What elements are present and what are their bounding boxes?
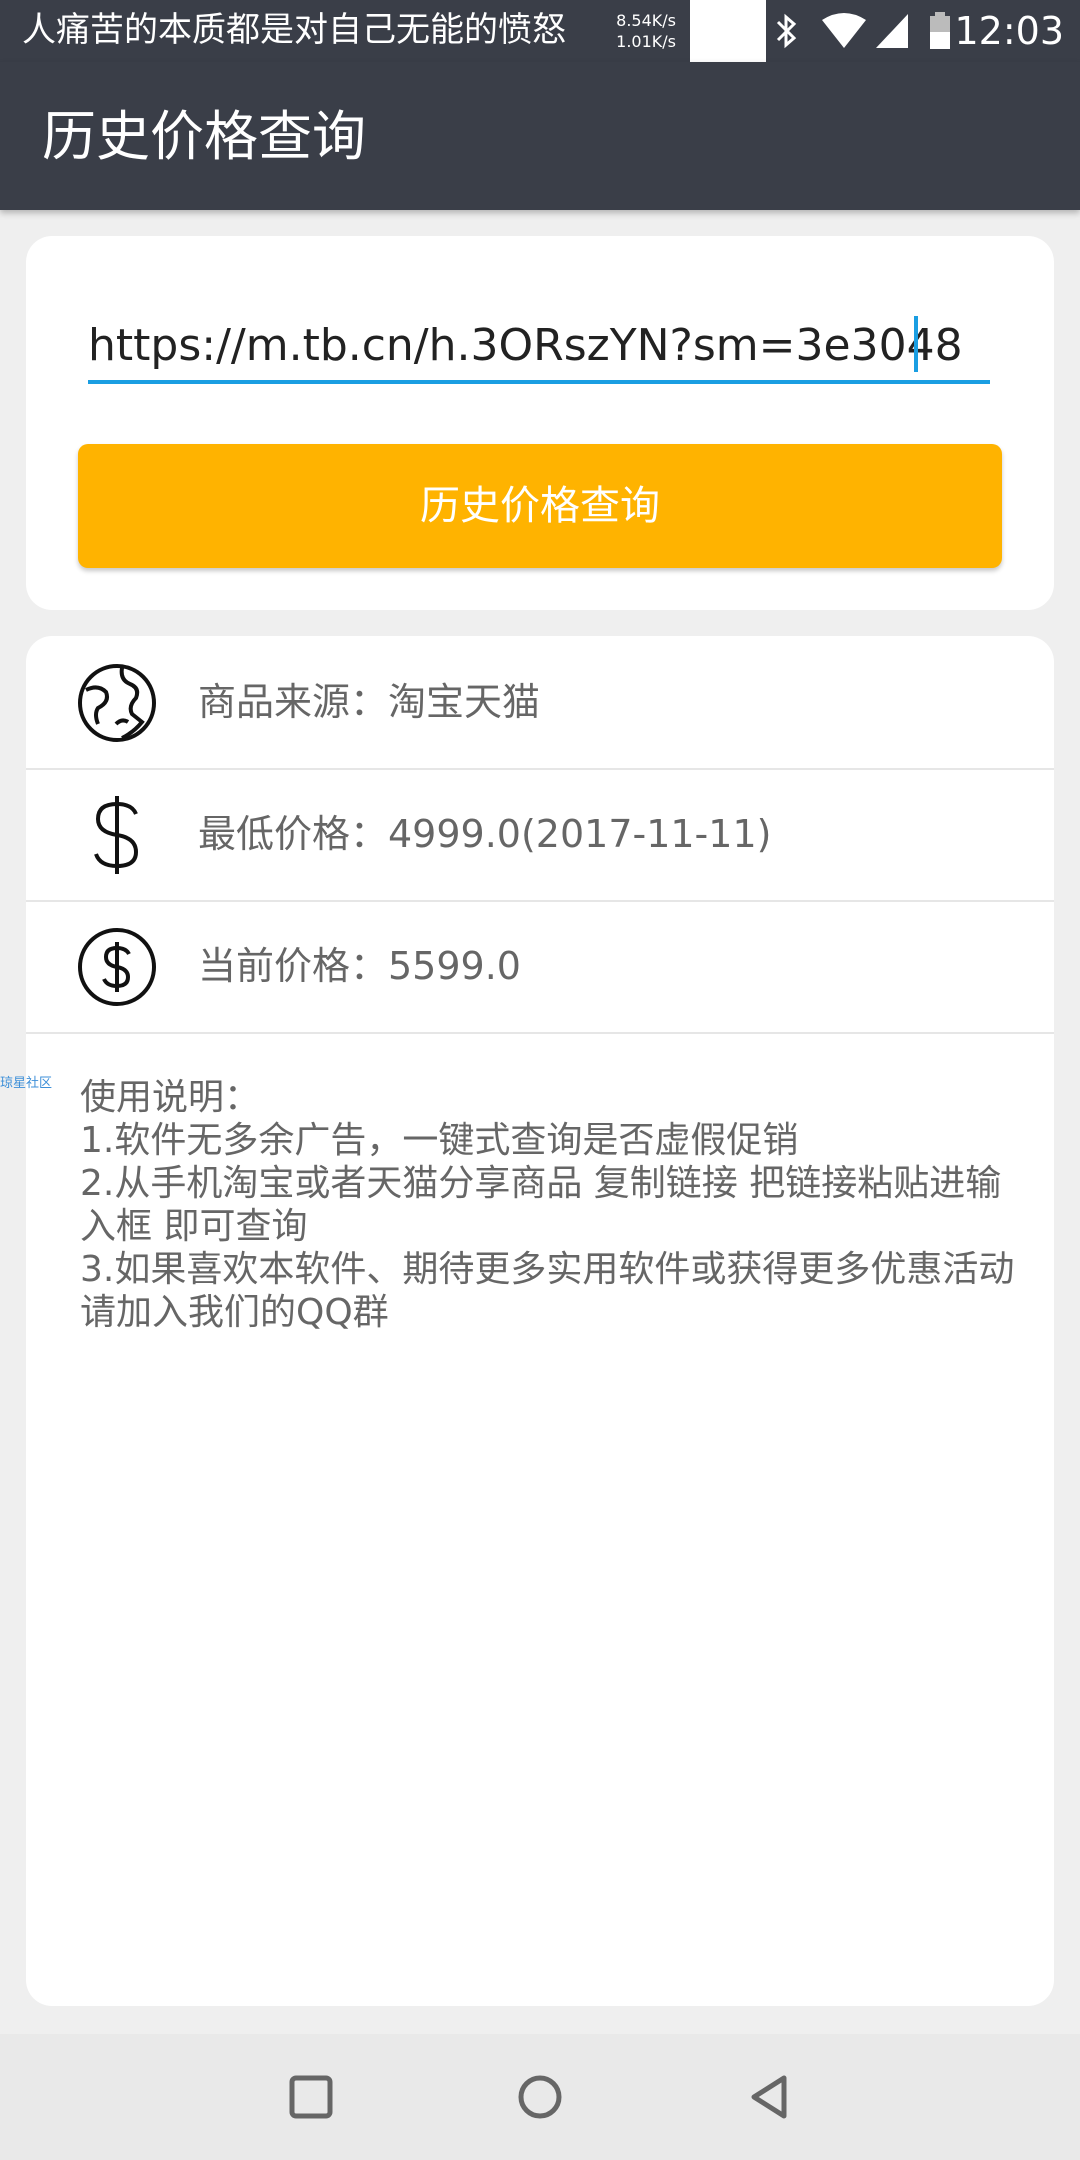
network-speed: 8.54K/s 1.01K/s (612, 10, 676, 52)
lowest-price-text: 最低价格：4999.0(2017-11-11) (198, 812, 772, 856)
text-cursor (914, 316, 918, 372)
bluetooth-icon (776, 13, 797, 49)
navigation-bar (0, 2034, 1080, 2160)
product-source-text: 商品来源：淘宝天猫 (198, 680, 541, 724)
result-row-lowest-price: 最低价格：4999.0(2017-11-11) (26, 768, 1054, 902)
status-notice: 人痛苦的本质都是对自己无能的愤怒 (22, 10, 566, 50)
query-card: 历史价格查询 (26, 236, 1054, 610)
side-watermark: 琼星社区 (0, 1076, 53, 1091)
usage-instructions: 使用说明： 1.软件无多余广告，一键式查询是否虚假促销 2.从手机淘宝或者天猫分… (80, 1076, 1020, 1334)
status-bar: 人痛苦的本质都是对自己无能的愤怒 8.54K/s 1.01K/s 12:03 (0, 0, 1080, 62)
instructions-line-1: 1.软件无多余广告，一键式查询是否虚假促销 (80, 1120, 799, 1161)
result-card: 商品来源：淘宝天猫 最低价格：4999.0(2017-11-11) 当前价格：5… (26, 636, 1054, 2006)
battery-icon (930, 12, 950, 49)
price-history-query-button[interactable]: 历史价格查询 (78, 444, 1002, 568)
back-triangle-icon[interactable] (738, 2064, 804, 2130)
recents-square-icon[interactable] (278, 2064, 344, 2130)
status-blank-area (690, 0, 766, 62)
url-input[interactable] (88, 310, 990, 384)
instructions-title: 使用说明： (80, 1077, 261, 1118)
net-speed-down: 1.01K/s (616, 32, 676, 51)
result-row-current-price: 当前价格：5599.0 (26, 900, 1054, 1034)
instructions-line-3: 3.如果喜欢本软件、期待更多实用软件或获得更多优惠活动 请加入我们的QQ群 (80, 1249, 1015, 1333)
current-price-text: 当前价格：5599.0 (198, 944, 521, 988)
wifi-icon (822, 13, 866, 48)
globe-icon (78, 664, 156, 742)
page-title: 历史价格查询 (42, 105, 366, 168)
result-row-source: 商品来源：淘宝天猫 (26, 636, 1054, 770)
status-time: 12:03 (954, 9, 1064, 53)
dollar-circle-icon (78, 928, 156, 1006)
dollar-icon (94, 796, 139, 874)
home-circle-icon[interactable] (507, 2064, 573, 2130)
signal-icon (876, 14, 908, 48)
app-bar: 历史价格查询 (0, 62, 1080, 210)
instructions-line-2: 2.从手机淘宝或者天猫分享商品 复制链接 把链接粘贴进输入框 即可查询 (80, 1163, 1002, 1247)
net-speed-up: 8.54K/s (616, 11, 676, 30)
